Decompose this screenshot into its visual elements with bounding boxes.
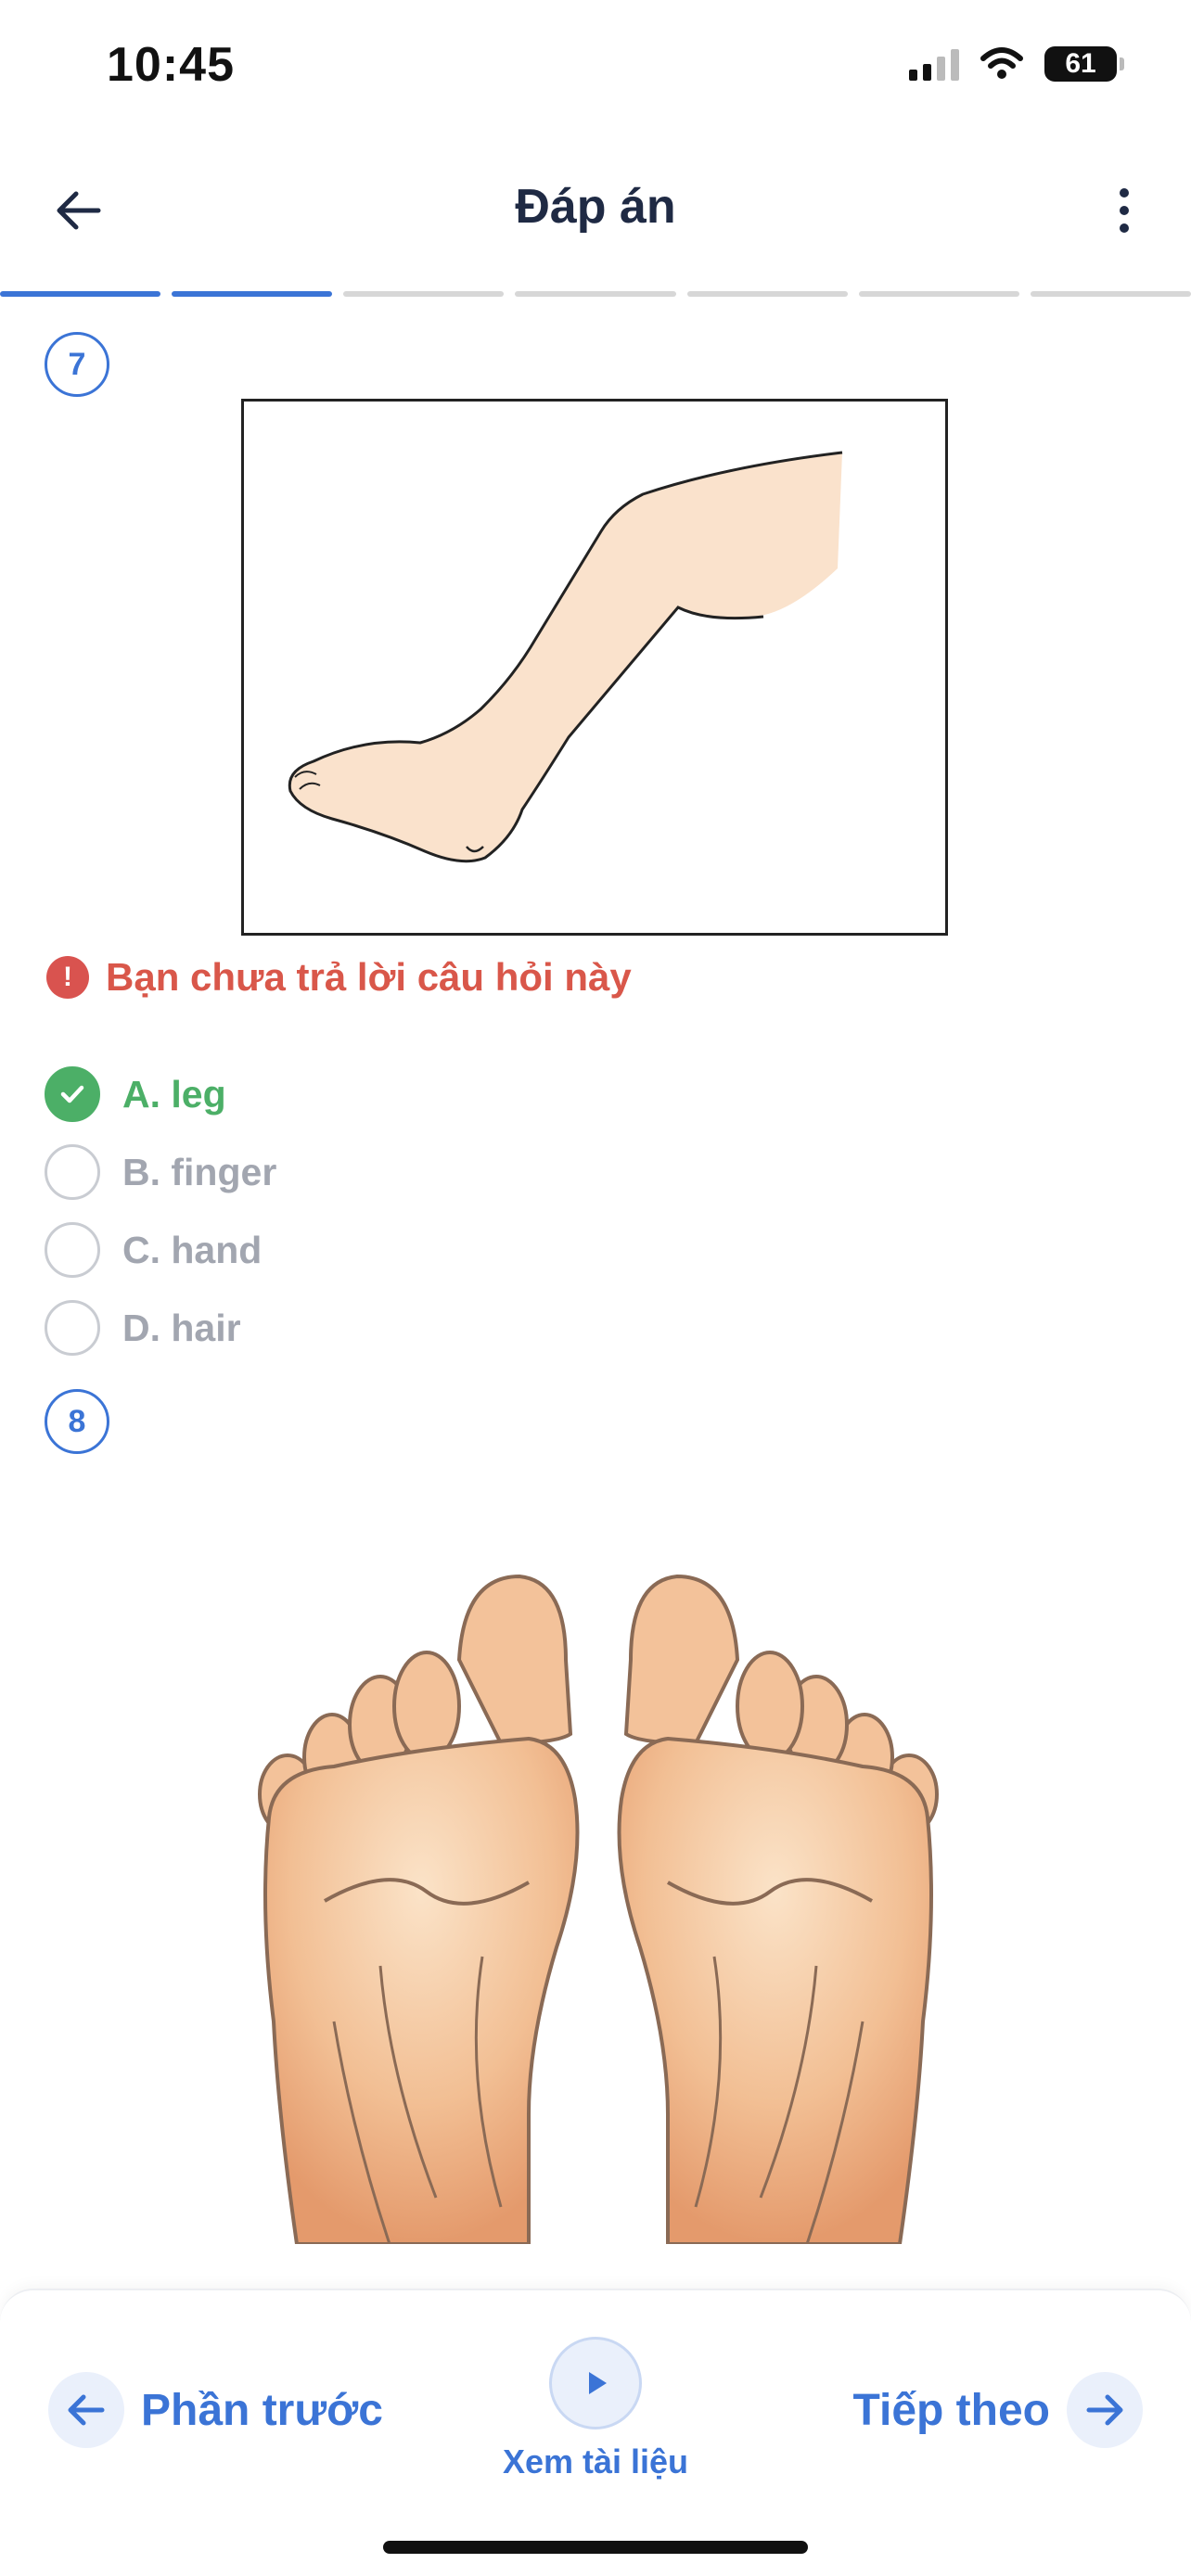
option-c[interactable]: C. hand [45, 1211, 276, 1289]
radio-icon [45, 1300, 100, 1356]
radio-icon [45, 1222, 100, 1278]
more-vertical-icon [1120, 188, 1129, 198]
status-icons: 61 [909, 46, 1124, 82]
bottom-bar: Phần trước Xem tài liệu Tiếp theo [0, 2289, 1191, 2576]
page-title: Đáp án [515, 180, 676, 234]
next-button[interactable]: Tiếp theo [853, 2372, 1143, 2448]
battery-level: 61 [1065, 48, 1096, 79]
battery-icon: 61 [1044, 46, 1124, 82]
more-button[interactable] [1096, 177, 1152, 244]
status-time: 10:45 [107, 38, 235, 92]
wifi-icon [980, 47, 1023, 79]
view-document-label: Xem tài liệu [502, 2442, 689, 2480]
progress-segment [343, 291, 505, 297]
leg-illustration [288, 451, 843, 863]
question-image [250, 1558, 946, 2246]
header: Đáp án [0, 153, 1191, 264]
progress-segment [172, 291, 333, 297]
warning-text: Bạn chưa trả lời câu hỏi này [106, 955, 632, 999]
option-a[interactable]: A. leg [45, 1055, 276, 1133]
question-number-badge: 8 [45, 1389, 109, 1454]
progress-segment [686, 291, 848, 297]
status-bar: 10:45 61 [0, 0, 1191, 130]
home-indicator [383, 2541, 808, 2554]
progress-segment [858, 291, 1019, 297]
option-label: A. leg [122, 1072, 226, 1116]
play-icon [549, 2337, 642, 2429]
signal-icon [909, 47, 959, 81]
progress-bar [0, 291, 1191, 297]
radio-icon [45, 1144, 100, 1200]
exclamation-icon: ! [46, 956, 89, 999]
option-b[interactable]: B. finger [45, 1133, 276, 1211]
progress-segment [515, 291, 676, 297]
check-circle-icon [45, 1066, 100, 1122]
option-label: D. hair [122, 1306, 241, 1349]
feet-soles-illustration [258, 1574, 939, 2246]
question-number-badge: 7 [45, 332, 109, 397]
option-label: C. hand [122, 1228, 263, 1271]
arrow-right-icon [1067, 2372, 1143, 2448]
unanswered-warning: ! Bạn chưa trả lời câu hỏi này [46, 955, 632, 1000]
next-label: Tiếp theo [852, 2385, 1050, 2435]
question-image [241, 399, 948, 936]
progress-segment [0, 291, 161, 297]
answer-options: A. leg B. finger C. hand D. hair [45, 1055, 276, 1367]
progress-segment [1030, 291, 1191, 297]
option-label: B. finger [122, 1150, 277, 1193]
option-d[interactable]: D. hair [45, 1289, 276, 1367]
